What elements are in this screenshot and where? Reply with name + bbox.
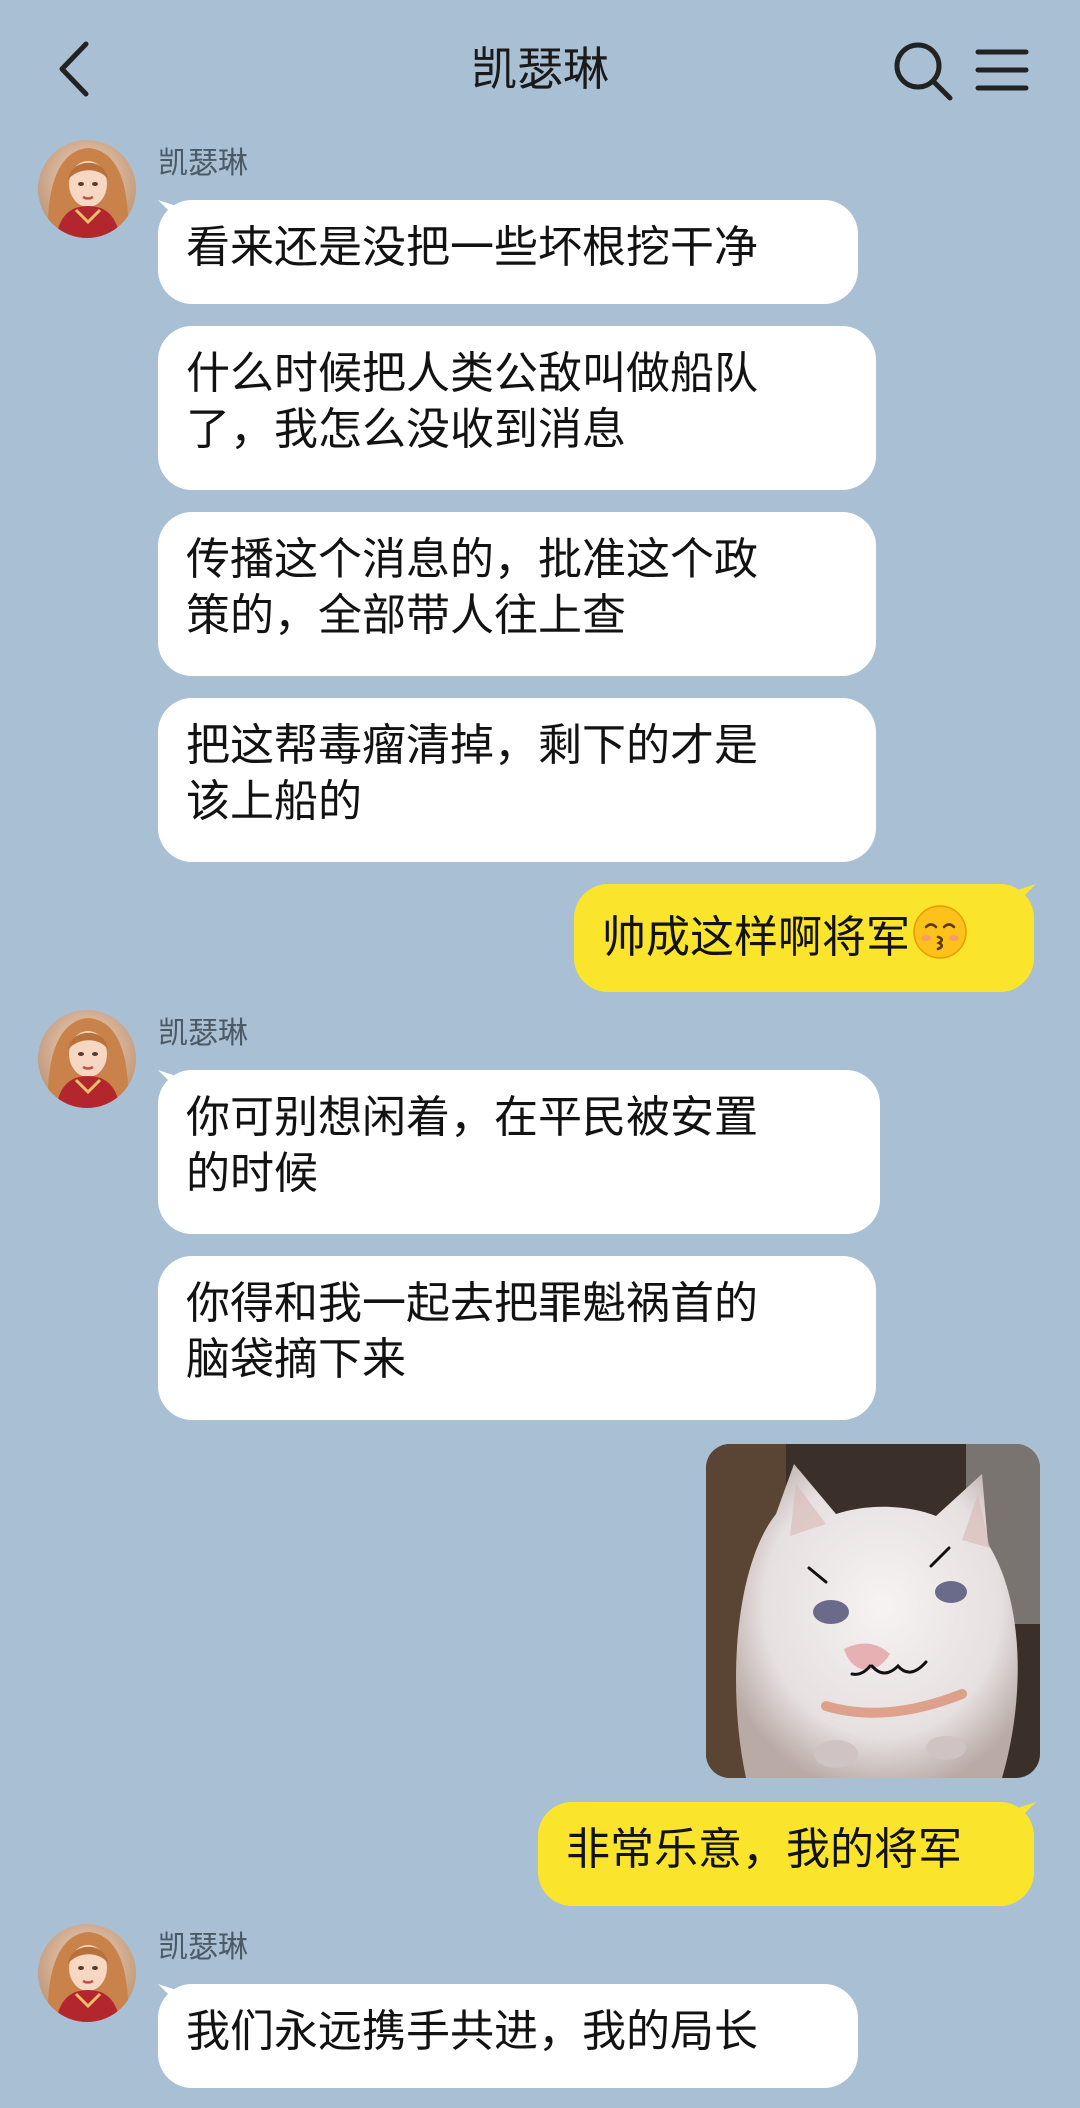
- smug-white-kitten-sticker[interactable]: [706, 1444, 1040, 1778]
- message-bubble[interactable]: 你可别想闲着，在平民被安置 的时候: [158, 1070, 880, 1234]
- contact-avatar[interactable]: [38, 140, 136, 238]
- hamburger-menu-icon[interactable]: [972, 42, 1032, 98]
- message-bubble[interactable]: 什么时候把人类公敌叫做船队 了，我怎么没收到消息: [158, 326, 876, 490]
- message-bubble[interactable]: 传播这个消息的，批准这个政 策的，全部带人往上查: [158, 512, 876, 676]
- contact-avatar[interactable]: [38, 1010, 136, 1108]
- message-text: 帅成这样啊将军: [602, 912, 910, 963]
- my-message-bubble[interactable]: 非常乐意，我的将军: [538, 1802, 1034, 1906]
- chat-header: 凯瑟琳: [0, 0, 1080, 140]
- contact-avatar[interactable]: [38, 1924, 136, 2022]
- sender-name: 凯瑟琳: [158, 1016, 248, 1051]
- search-icon[interactable]: [888, 36, 958, 106]
- message-bubble[interactable]: 看来还是没把一些坏根挖干净: [158, 200, 858, 304]
- my-message-bubble[interactable]: 帅成这样啊将军: [574, 884, 1034, 992]
- message-bubble[interactable]: 你得和我一起去把罪魁祸首的 脑袋摘下来: [158, 1256, 876, 1420]
- message-bubble[interactable]: 我们永远携手共进，我的局长: [158, 1984, 858, 2088]
- sender-name: 凯瑟琳: [158, 146, 248, 181]
- kissing-face-emoji: [913, 905, 967, 959]
- sender-name: 凯瑟琳: [158, 1930, 248, 1965]
- message-bubble[interactable]: 把这帮毒瘤清掉，剩下的才是 该上船的: [158, 698, 876, 862]
